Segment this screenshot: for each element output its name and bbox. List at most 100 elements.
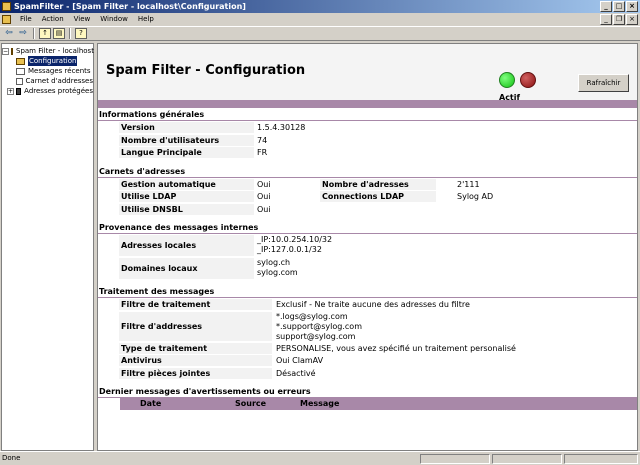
child-restore-button[interactable]: ❐	[613, 14, 625, 25]
info-row: Langue Principale FR	[98, 146, 637, 159]
local-addresses-value: _IP:10.0.254.10/32 _IP:127.0.0.1/32	[256, 235, 436, 256]
status-text: Done	[2, 454, 21, 462]
processing-type-value: PERSONALISE, vous avez spécifié un trait…	[276, 343, 516, 353]
local-domain: sylog.com	[257, 268, 298, 277]
tree-item-label: Messages récents	[28, 67, 91, 75]
document-icon[interactable]	[2, 15, 11, 24]
processing-type-label: Type de traitement	[119, 342, 272, 354]
column-message[interactable]: Message	[300, 398, 500, 410]
address-count-label: Nombre d'adresses	[320, 178, 436, 190]
toolbar-separator	[69, 28, 71, 39]
info-row: Filtre de traitement Exclusif - Ne trait…	[98, 298, 637, 311]
column-date[interactable]: Date	[140, 398, 235, 410]
dnsbl-label: Utilise DNSBL	[119, 203, 254, 215]
users-label: Nombre d'utilisateurs	[119, 134, 254, 146]
messages-icon	[16, 67, 25, 75]
up-folder-icon[interactable]: ↑	[39, 28, 51, 39]
child-close-button[interactable]: ×	[626, 14, 638, 25]
info-row: Filtre pièces jointes Désactivé	[98, 367, 637, 380]
auto-management-value: Oui	[257, 179, 271, 189]
page-header: Spam Filter - Configuration Actif Rafraî…	[98, 44, 637, 102]
status-segment	[564, 454, 638, 464]
status-bar: Done	[0, 451, 640, 465]
status-segment	[420, 454, 490, 464]
info-row: Domaines locaux sylog.ch sylog.com	[98, 257, 637, 280]
ldap-value: Oui	[257, 192, 271, 201]
toolbar-separator	[33, 28, 35, 39]
info-row: Version 1.5.4.30128	[98, 121, 637, 134]
window-title-bar: SpamFilter - [Spam Filter - localhost\Co…	[0, 0, 640, 13]
section-title: Provenance des messages internes	[98, 221, 637, 234]
menu-action[interactable]: Action	[37, 13, 69, 26]
address-filter-label: Filtre d'addresses	[119, 311, 272, 341]
address-book-icon	[16, 77, 23, 85]
back-arrow-icon[interactable]: ⇦	[3, 28, 15, 39]
ldap-label: Utilise LDAP	[119, 191, 254, 202]
show-tree-icon[interactable]: ▤	[53, 28, 65, 39]
address-count-value: 2'111	[457, 179, 480, 189]
ldap-connections-label: Connections LDAP	[320, 191, 436, 202]
filter-address: support@sylog.com	[276, 331, 356, 341]
info-row: Utilise LDAP Oui Connections LDAP Sylog …	[98, 190, 637, 203]
navigation-tree: − Spam Filter - localhost Configuration …	[1, 43, 94, 451]
language-value: FR	[257, 148, 268, 157]
general-info-section: Informations générales Version 1.5.4.301…	[98, 108, 637, 165]
app-icon	[2, 2, 11, 11]
minimize-button[interactable]: _	[600, 1, 612, 12]
menu-bar: File Action View Window Help _ ❐ ×	[0, 13, 640, 26]
local-domains-label: Domaines locaux	[119, 258, 254, 279]
menu-window[interactable]: Window	[95, 13, 133, 26]
processing-section: Traitement des messages Filtre de traite…	[98, 285, 637, 385]
processing-filter-value: Exclusif - Ne traite aucune des adresses…	[276, 300, 470, 309]
tree-item-label: Carnet d'addresses	[25, 77, 93, 85]
status-segment	[492, 454, 562, 464]
tree-item-recent-messages[interactable]: Messages récents	[2, 66, 93, 76]
local-domains-value: sylog.ch sylog.com	[256, 258, 436, 279]
server-icon	[11, 47, 13, 55]
info-row: Adresses locales _IP:10.0.254.10/32 _IP:…	[98, 234, 637, 257]
refresh-button[interactable]: Rafraîchir	[578, 74, 629, 92]
antivirus-value: Oui ClamAV	[276, 356, 324, 365]
column-source[interactable]: Source	[235, 398, 300, 410]
collapse-icon[interactable]: −	[2, 47, 9, 55]
status-label: Actif	[499, 93, 520, 102]
config-icon	[16, 57, 25, 65]
version-label: Version	[119, 122, 254, 133]
dnsbl-value: Oui	[257, 204, 271, 214]
info-row: Filtre d'addresses *.logs@sylog.com *.su…	[98, 311, 637, 342]
messages-section: Dernier messages d'avertissements ou err…	[98, 385, 637, 410]
child-minimize-button[interactable]: _	[600, 14, 612, 25]
filter-address: *.support@sylog.com	[276, 321, 362, 331]
tree-item-protected-addresses[interactable]: + Adresses protégées	[2, 86, 93, 96]
status-red-light	[520, 72, 536, 88]
tree-item-configuration[interactable]: Configuration	[2, 56, 93, 66]
info-row: Gestion automatique Oui Nombre d'adresse…	[98, 178, 637, 191]
users-icon	[16, 87, 22, 95]
help-icon[interactable]: ?	[75, 28, 87, 39]
info-row: Nombre d'utilisateurs 74	[98, 134, 637, 147]
attachment-filter-label: Filtre pièces jointes	[119, 367, 272, 379]
status-green-light	[499, 72, 515, 88]
window-title: SpamFilter - [Spam Filter - localhost\Co…	[14, 2, 246, 11]
processing-filter-label: Filtre de traitement	[119, 299, 272, 310]
toolbar: ⇦ ⇨ ↑ ▤ ?	[0, 26, 640, 41]
content-pane: Spam Filter - Configuration Actif Rafraî…	[97, 43, 638, 451]
tree-root-label: Spam Filter - localhost	[16, 47, 94, 55]
expand-icon[interactable]: +	[7, 87, 14, 95]
menu-file[interactable]: File	[15, 13, 37, 26]
local-address: _IP:127.0.0.1/32	[257, 245, 322, 254]
menu-help[interactable]: Help	[133, 13, 159, 26]
local-domain: sylog.ch	[257, 258, 291, 267]
tree-root[interactable]: − Spam Filter - localhost	[2, 46, 94, 56]
maximize-button[interactable]: □	[613, 1, 625, 12]
forward-arrow-icon[interactable]: ⇨	[17, 28, 29, 39]
close-button[interactable]: ×	[626, 1, 638, 12]
section-title: Dernier messages d'avertissements ou err…	[98, 385, 637, 398]
section-title: Carnets d'adresses	[98, 165, 637, 178]
page-title: Spam Filter - Configuration	[106, 63, 306, 78]
messages-table-header: Date Source Message	[120, 398, 637, 410]
menu-view[interactable]: View	[69, 13, 96, 26]
address-filter-value: *.logs@sylog.com *.support@sylog.com sup…	[275, 312, 475, 342]
tree-item-address-book[interactable]: Carnet d'addresses	[2, 76, 93, 86]
antivirus-label: Antivirus	[119, 355, 272, 366]
